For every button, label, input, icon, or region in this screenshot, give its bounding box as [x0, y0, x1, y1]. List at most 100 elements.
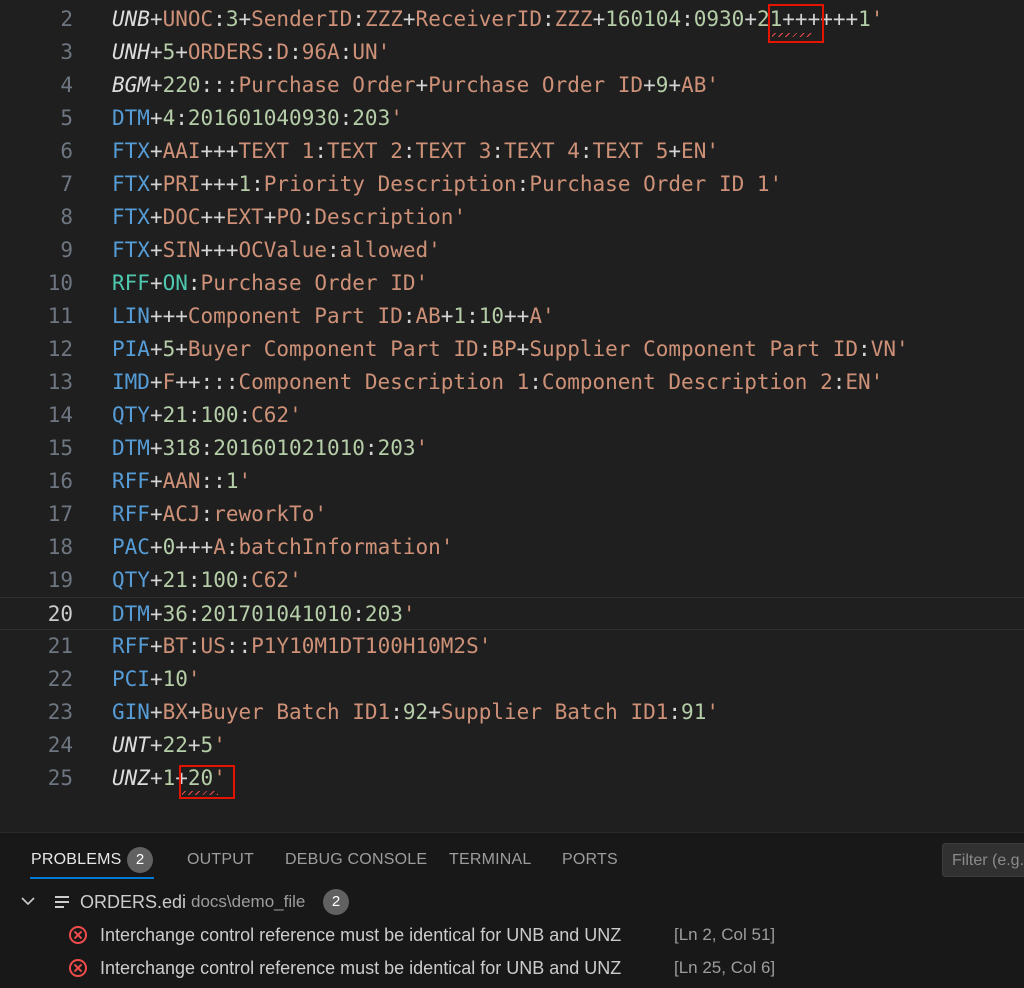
code-token: reworkTo: [213, 502, 315, 526]
error-squiggle-line-25: [182, 791, 218, 795]
code-line[interactable]: 21 RFF+BT:US::P1Y10M1DT100H10M2S': [0, 630, 1024, 663]
code-line[interactable]: 15 DTM+318:201601021010:203': [0, 432, 1024, 465]
code-token: ::: [200, 469, 226, 493]
code-line[interactable]: 20 DTM+36:201701041010:203': [0, 597, 1024, 630]
code-token: D: [276, 40, 290, 64]
line-number: 17: [47, 502, 73, 526]
problem-message: Interchange control reference must be id…: [100, 958, 622, 978]
code-token: 100: [200, 568, 239, 592]
code-line[interactable]: 7 FTX+PRI+++1:Priority Description:Purcha…: [0, 168, 1024, 201]
code-token: TEXT 5: [592, 139, 669, 163]
code-line[interactable]: 6 FTX+AAI+++TEXT 1:TEXT 2:TEXT 3:TEXT 4:T…: [0, 135, 1024, 168]
code-token: +: [187, 733, 201, 757]
tab-problems[interactable]: PROBLEMS: [31, 844, 122, 876]
code-token: VN: [870, 337, 896, 361]
code-line[interactable]: 11 LIN+++Component Part ID:AB+1:10++A': [0, 300, 1024, 333]
code-token: 36: [162, 602, 188, 626]
code-token: 201601040930: [187, 106, 340, 130]
code-token: 3: [225, 7, 239, 31]
tab-debug-console[interactable]: DEBUG CONSOLE: [285, 844, 427, 876]
code-token: :: [541, 7, 555, 31]
code-line[interactable]: 9 FTX+SIN+++OCValue:allowed': [0, 234, 1024, 267]
code-token: :: [364, 436, 378, 460]
code-line[interactable]: 17 RFF+ACJ:reworkTo': [0, 498, 1024, 531]
code-token: A: [529, 304, 542, 328]
code-token: DTM: [112, 436, 150, 460]
code-token: +: [187, 700, 201, 724]
code-token: ': [187, 667, 201, 691]
code-token: +: [263, 205, 277, 229]
line-number: 16: [47, 469, 73, 493]
code-token: DOC: [162, 205, 201, 229]
code-token: ': [415, 436, 429, 460]
code-token: +++: [175, 535, 214, 559]
code-token: :: [187, 568, 201, 592]
code-line[interactable]: 12 PIA+5+Buyer Component Part ID:BP+Suppl…: [0, 333, 1024, 366]
code-token: TEXT 2: [326, 139, 403, 163]
code-token: UNT: [112, 733, 150, 757]
code-token: DTM: [112, 106, 150, 130]
code-token: ++:::: [175, 370, 239, 394]
code-line[interactable]: 25 UNZ+1+20': [0, 762, 1024, 795]
code-line[interactable]: 19 QTY+21:100:C62': [0, 564, 1024, 597]
problem-location: [Ln 2, Col 51]: [674, 925, 776, 944]
problems-filter-input[interactable]: Filter (e.g. text, **/*.ts, !**/node_mod…: [942, 843, 1024, 877]
code-token: :::: [200, 73, 239, 97]
code-text: IMD+F++:::Component Description 1:Compon…: [112, 366, 883, 399]
code-line[interactable]: 13 IMD+F++:::Component Description 1:Comp…: [0, 366, 1024, 399]
line-number: 19: [47, 568, 73, 592]
problem-item[interactable]: Interchange control reference must be id…: [0, 953, 1024, 983]
code-token: UNOC: [162, 7, 214, 31]
line-number: 5: [60, 106, 73, 130]
code-token: +: [149, 205, 163, 229]
code-token: 21: [756, 7, 783, 31]
code-text: DTM+36:201701041010:203': [112, 598, 416, 631]
code-token: RFF: [112, 271, 150, 295]
code-line[interactable]: 14 QTY+21:100:C62': [0, 399, 1024, 432]
code-token: 21: [162, 403, 188, 427]
code-line[interactable]: 5 DTM+4:201601040930:203': [0, 102, 1024, 135]
code-token: Buyer Component Part ID: [187, 337, 479, 361]
code-line[interactable]: 3 UNH+5+ORDERS:D:96A:UN': [0, 36, 1024, 69]
tab-terminal[interactable]: TERMINAL: [449, 844, 532, 876]
tab-ports[interactable]: PORTS: [562, 844, 618, 876]
code-token: ': [213, 766, 226, 790]
problem-item[interactable]: Interchange control reference must be id…: [0, 920, 1024, 950]
code-token: 203: [364, 602, 403, 626]
line-number: 9: [60, 238, 73, 262]
code-token: :: [516, 172, 530, 196]
code-token: :: [187, 602, 201, 626]
code-token: Component Description 1: [238, 370, 530, 394]
line-number: 24: [47, 733, 73, 757]
code-token: +: [149, 403, 163, 427]
code-token: :: [668, 700, 682, 724]
code-line[interactable]: 16 RFF+AAN::1': [0, 465, 1024, 498]
code-token: +: [149, 602, 163, 626]
chevron-down-icon[interactable]: [21, 896, 35, 906]
code-line[interactable]: 10 RFF+ON:Purchase Order ID': [0, 267, 1024, 300]
code-line[interactable]: 2 UNB+UNOC:3+SenderID:ZZZ+ReceiverID:ZZZ+…: [0, 3, 1024, 36]
code-token: C62: [251, 403, 290, 427]
code-token: Purchase Order ID 1: [529, 172, 770, 196]
line-number: 14: [47, 403, 73, 427]
code-line[interactable]: 4 BGM+220:::Purchase Order+Purchase Order…: [0, 69, 1024, 102]
code-line[interactable]: 22 PCI+10': [0, 663, 1024, 696]
code-token: +: [175, 40, 188, 64]
problems-file-row[interactable]: ORDERS.edi docs\demo_file 2: [0, 887, 1024, 917]
code-token: +++: [200, 172, 239, 196]
code-token: FTX: [112, 205, 150, 229]
tab-output[interactable]: OUTPUT: [187, 844, 254, 876]
code-line[interactable]: 8 FTX+DOC++EXT+PO:Description': [0, 201, 1024, 234]
code-text: LIN+++Component Part ID:AB+1:10++A': [112, 300, 555, 333]
code-line[interactable]: 24 UNT+22+5': [0, 729, 1024, 762]
code-token: +: [149, 238, 163, 262]
code-line[interactable]: 23 GIN+BX+Buyer Batch ID1:92+Supplier Bat…: [0, 696, 1024, 729]
code-editor[interactable]: 2 UNB+UNOC:3+SenderID:ZZZ+ReceiverID:ZZZ+…: [0, 0, 1024, 832]
code-line[interactable]: 18 PAC+0+++A:batchInformation': [0, 531, 1024, 564]
code-text: BGM+220:::Purchase Order+Purchase Order …: [112, 69, 719, 102]
error-icon: [69, 926, 87, 944]
code-token: +++: [200, 139, 239, 163]
code-token: :: [225, 535, 239, 559]
line-number: 10: [47, 271, 73, 295]
code-token: +: [744, 7, 757, 31]
